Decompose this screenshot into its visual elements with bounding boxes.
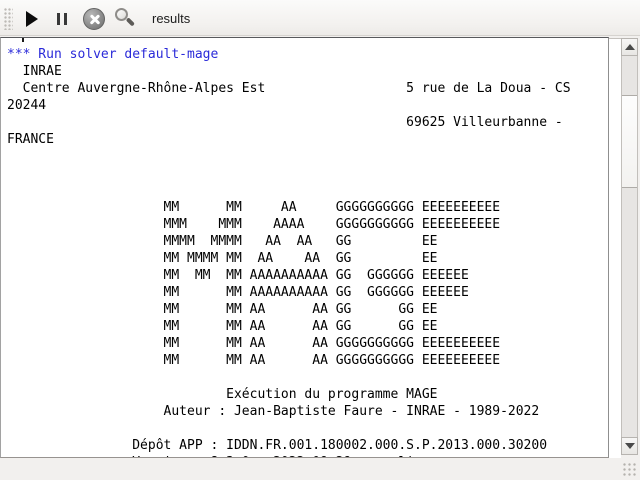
console-line: MM MM AAAAAAAAAA GG GGGGGG EEEEEE <box>7 284 608 301</box>
console-line: 20244 <box>7 97 608 114</box>
play-icon <box>26 11 38 27</box>
console-line <box>7 165 608 182</box>
console-line: MM MM AA AA GGGGGGGGGG EEEEEEEEEE <box>7 335 608 352</box>
console-line: MM MMMM MM AA AA GG EE <box>7 250 608 267</box>
console-text[interactable]: *** Run solver default-mage INRAE Centre… <box>2 39 608 457</box>
console-line: MM MM MM AAAAAAAAAA GG GGGGGG EEEEEE <box>7 267 608 284</box>
stop-icon <box>83 8 105 30</box>
console-line: INRAE <box>7 63 608 80</box>
search-button[interactable] <box>112 7 136 31</box>
console-line: MM MM AA GGGGGGGGGG EEEEEEEEEE <box>7 199 608 216</box>
toolbar-drag-handle[interactable] <box>4 8 13 30</box>
console-line: Dépôt APP : IDDN.FR.001.180002.000.S.P.2… <box>7 437 608 454</box>
stop-button[interactable] <box>82 7 106 31</box>
console-line: 69625 Villeurbanne - <box>7 114 608 131</box>
console-line: Version : 8.3.0 - 2022-09-29 pour linux <box>7 454 608 457</box>
console-line: MM MM AA AA GG GG EE <box>7 301 608 318</box>
console-line: Auteur : Jean-Baptiste Faure - INRAE - 1… <box>7 403 608 420</box>
console-line: MMMM MMMM AA AA GG EE <box>7 233 608 250</box>
console-output-frame[interactable]: *** Run solver default-mage INRAE Centre… <box>0 37 609 458</box>
pause-icon <box>57 13 67 25</box>
console-line: MM MM AA AA GG GG EE <box>7 318 608 335</box>
vertical-scrollbar[interactable] <box>621 38 638 455</box>
console-line <box>7 369 608 386</box>
results-window: { "toolbar": { "label": "results", "butt… <box>0 0 640 480</box>
results-label: results <box>152 0 190 36</box>
scrollbar-trough[interactable] <box>621 56 638 437</box>
play-button[interactable] <box>20 7 44 31</box>
search-handle <box>126 17 135 26</box>
scrollbar-gutter <box>609 38 621 458</box>
console-line: MM MM AA AA GGGGGGGGGG EEEEEEEEEE <box>7 352 608 369</box>
resize-grip[interactable] <box>623 463 638 478</box>
scroll-down-button[interactable] <box>621 437 638 455</box>
search-icon <box>112 7 136 31</box>
pause-button[interactable] <box>50 7 74 31</box>
console-line <box>7 148 608 165</box>
console-line <box>7 182 608 199</box>
console-line: FRANCE <box>7 131 608 148</box>
console-line: Exécution du programme MAGE <box>7 386 608 403</box>
console-line: *** Run solver default-mage <box>7 46 608 63</box>
scroll-up-button[interactable] <box>621 38 638 56</box>
arrow-down-icon <box>625 443 635 449</box>
toolbar: results <box>0 0 640 36</box>
scrollbar-thumb[interactable] <box>622 95 637 188</box>
arrow-up-icon <box>625 44 635 50</box>
console-line: Centre Auvergne-Rhône-Alpes Est 5 rue de… <box>7 80 608 97</box>
bottom-panel <box>0 459 640 480</box>
console-line: MMM MMM AAAA GGGGGGGGGG EEEEEEEEEE <box>7 216 608 233</box>
console-line <box>7 420 608 437</box>
